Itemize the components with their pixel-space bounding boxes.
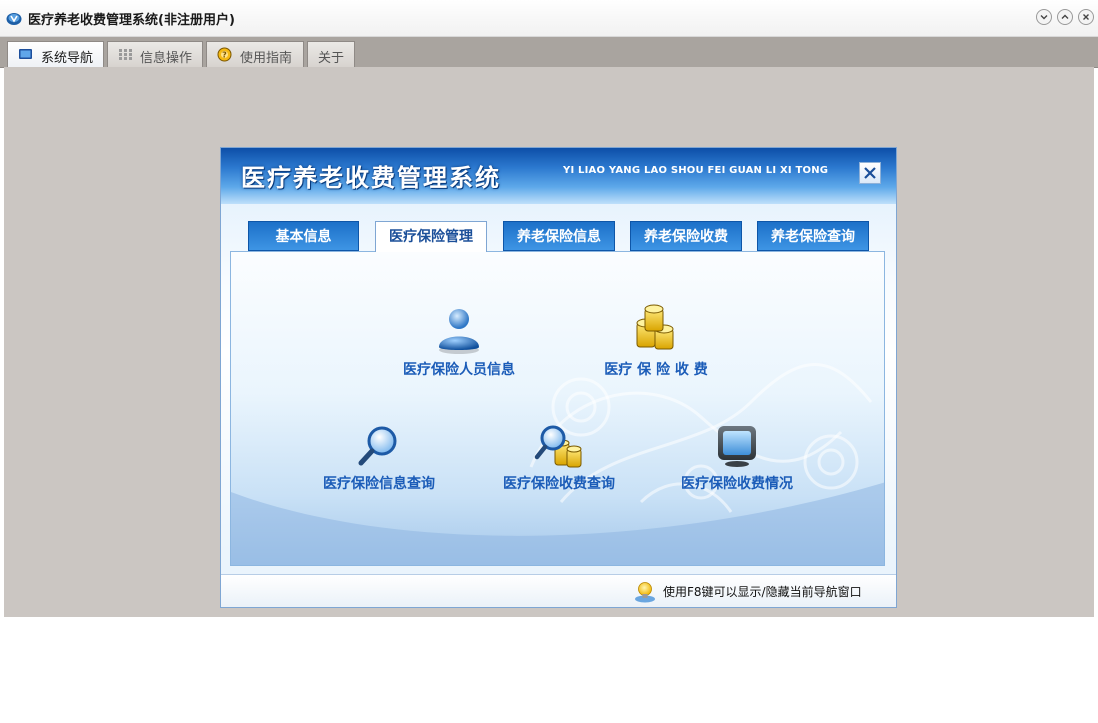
main-tab-strip: 系统导航 信息操作 ? 使用指南 关于 [0,37,1098,68]
tab-label: 关于 [318,51,345,66]
item-medical-insurance-fee-status[interactable]: 医疗保险收费情况 [662,423,812,493]
app-logo-icon [6,13,22,25]
item-medical-insurance-fees[interactable]: 医疗 保 险 收 费 [586,303,726,379]
app-window: 医疗养老收费管理系统(非注册用户) 系统导航 信息操作 ? 使用指南 关于 医疗… [0,0,1098,617]
monitor-icon [718,426,756,467]
tab-user-guide[interactable]: ? 使用指南 [206,41,304,67]
item-label: 医疗 保 险 收 费 [604,362,708,378]
chevron-up-icon [1061,14,1069,19]
tab-label: 使用指南 [240,51,293,66]
lightbulb-icon [635,582,655,603]
close-icon [864,167,876,179]
tab-info-ops[interactable]: 信息操作 [107,41,203,67]
panel-footer: 使用F8键可以显示/隐藏当前导航窗口 [221,574,896,607]
content-area: 医疗保险人员信息 医疗 保 险 收 费 医疗保险信息查询 医疗保险收费查询 医疗… [230,251,885,566]
close-window-button[interactable] [1078,9,1094,25]
panel-pinyin-subtitle: YI LIAO YANG LAO SHOU FEI GUAN LI XI TON… [563,165,829,176]
coin-search-icon [534,425,582,468]
window-title: 医疗养老收费管理系统(非注册用户) [28,13,235,28]
nav-tab-basic-info[interactable]: 基本信息 [248,221,359,251]
nav-tab-pension-fees[interactable]: 养老保险收费 [630,221,742,251]
item-medical-insurance-fee-query[interactable]: 医疗保险收费查询 [484,423,634,493]
navigation-panel: 医疗养老收费管理系统 YI LIAO YANG LAO SHOU FEI GUA… [220,147,897,608]
tab-about[interactable]: 关于 [307,41,355,67]
item-label: 医疗保险收费情况 [681,476,793,492]
footer-hint: 使用F8键可以显示/隐藏当前导航窗口 [663,585,862,599]
panel-body: 基本信息 医疗保险管理 养老保险信息 养老保险收费 养老保险查询 医疗保险人员信… [221,204,896,574]
nav-tab-medical-insurance-mgmt[interactable]: 医疗保险管理 [375,221,487,252]
panel-close-button[interactable] [859,162,881,184]
title-bar: 医疗养老收费管理系统(非注册用户) [0,0,1098,37]
item-medical-insurance-info-query[interactable]: 医疗保险信息查询 [304,423,454,493]
user-icon [439,309,479,354]
item-label: 医疗保险收费查询 [503,476,615,492]
swirl-decoration [231,363,884,565]
tab-system-nav[interactable]: 系统导航 [7,41,104,68]
item-medical-insured-persons[interactable]: 医疗保险人员信息 [384,303,534,379]
tab-label: 信息操作 [140,51,193,66]
nav-tab-pension-info[interactable]: 养老保险信息 [503,221,615,251]
close-icon [1083,14,1089,20]
grid-icon [119,49,132,60]
maximize-button[interactable] [1057,9,1073,25]
panel-header: 医疗养老收费管理系统 YI LIAO YANG LAO SHOU FEI GUA… [221,148,896,204]
coins-icon [636,304,674,350]
panel-title: 医疗养老收费管理系统 [241,163,501,192]
item-label: 医疗保险人员信息 [403,362,515,378]
monitor-icon [19,49,32,59]
magnifier-icon [358,426,397,466]
help-icon: ? [217,47,232,62]
nav-tab-pension-query[interactable]: 养老保险查询 [757,221,869,251]
minimize-button[interactable] [1036,9,1052,25]
svg-text:?: ? [222,51,227,60]
item-label: 医疗保险信息查询 [323,476,435,492]
chevron-down-icon [1040,15,1048,20]
tab-label: 系统导航 [41,51,94,66]
